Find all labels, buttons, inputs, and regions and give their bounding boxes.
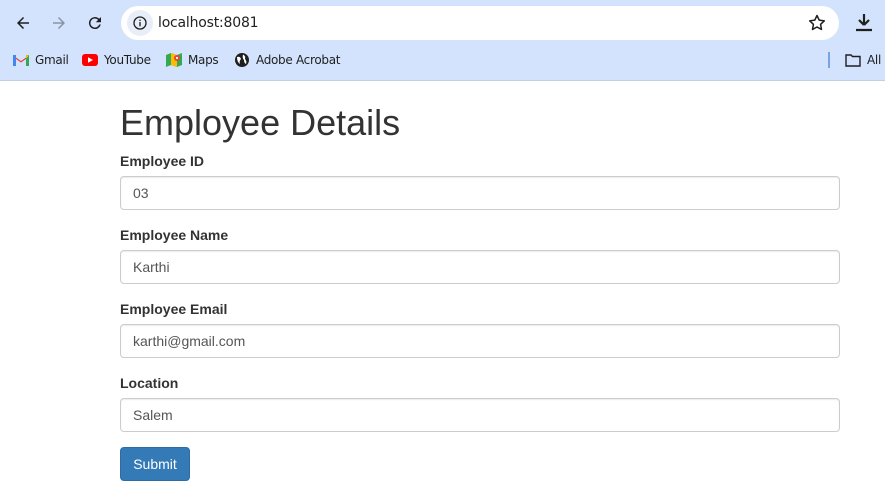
employee-name-input[interactable] xyxy=(120,250,840,284)
site-info-button[interactable] xyxy=(127,10,153,36)
download-icon[interactable] xyxy=(852,11,876,35)
info-icon xyxy=(133,16,147,30)
employee-name-label: Employee Name xyxy=(120,227,229,243)
bookmark-gmail[interactable]: Gmail xyxy=(13,51,69,69)
bookmark-star-icon[interactable] xyxy=(807,13,827,33)
gmail-icon xyxy=(13,52,29,68)
bookmark-adobe-acrobat[interactable]: Adobe Acrobat xyxy=(234,51,340,69)
bookmark-label: Adobe Acrobat xyxy=(256,53,341,67)
arrow-left-icon xyxy=(17,17,29,29)
bookmark-youtube[interactable]: YouTube xyxy=(82,51,151,69)
youtube-icon xyxy=(82,52,98,68)
reload-button[interactable] xyxy=(81,9,109,37)
page-title: Employee Details xyxy=(120,102,401,143)
employee-email-input[interactable] xyxy=(120,324,840,358)
employee-id-input[interactable] xyxy=(120,176,840,210)
url-text[interactable]: localhost:8081 xyxy=(158,15,259,31)
reload-icon xyxy=(88,17,101,30)
browser-chrome: localhost:8081 Gmail YouTube Maps Adobe … xyxy=(0,0,885,81)
back-button[interactable] xyxy=(9,9,37,37)
browser-toolbar: localhost:8081 xyxy=(0,0,885,46)
all-bookmarks-button[interactable]: All xyxy=(845,51,881,69)
employee-id-label: Employee ID xyxy=(120,153,205,169)
bookmark-maps[interactable]: Maps xyxy=(166,51,219,69)
bookmark-label: YouTube xyxy=(104,53,151,67)
location-label: Location xyxy=(120,375,179,391)
location-input[interactable] xyxy=(120,398,840,432)
bookmark-label: Maps xyxy=(188,53,219,67)
submit-button[interactable]: Submit xyxy=(120,447,190,481)
maps-icon xyxy=(166,52,182,68)
address-bar[interactable]: localhost:8081 xyxy=(121,6,839,40)
forward-button[interactable] xyxy=(45,9,73,37)
folder-icon xyxy=(845,52,861,68)
employee-email-label: Employee Email xyxy=(120,301,228,317)
bookmarks-divider xyxy=(828,52,830,68)
arrow-right-icon xyxy=(53,17,65,29)
bookmarks-bar: Gmail YouTube Maps Adobe Acrobat All xyxy=(0,46,885,74)
globe-icon xyxy=(234,52,250,68)
bookmark-label: Gmail xyxy=(35,53,69,67)
all-bookmarks-label: All xyxy=(867,53,881,67)
